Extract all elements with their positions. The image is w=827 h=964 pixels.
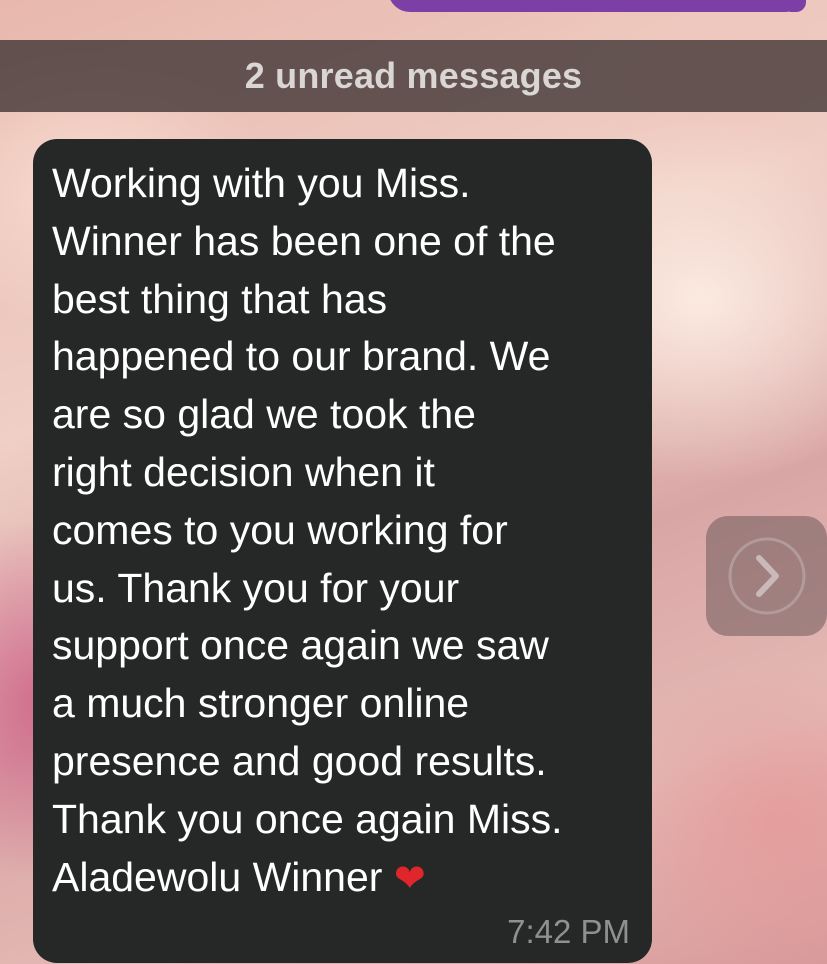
message-line: presence and good results. [52, 737, 547, 784]
message-line: Working with you Miss. [52, 160, 471, 206]
unread-messages-label: 2 unread messages [244, 55, 583, 96]
message-line: Aladewolu Winner [52, 853, 383, 900]
unread-messages-banner: 2 unread messages [0, 40, 827, 112]
message-line: Winner has been one of the [52, 217, 556, 264]
message-line: comes to you working for [52, 506, 508, 553]
message-line: happened to our brand. We [52, 333, 551, 380]
message-line: best thing that has [52, 275, 388, 322]
sent-message-bubble[interactable] [388, 0, 808, 12]
message-line: support once again we saw [52, 622, 549, 669]
message-line: us. Thank you for your [52, 564, 460, 611]
forward-button[interactable] [706, 516, 827, 636]
heart-icon: ❤ [393, 855, 426, 900]
message-line: right decision when it [52, 448, 435, 495]
message-line: a much stronger online [52, 680, 470, 727]
sent-message-tail [790, 0, 806, 12]
message-text: Working with you Miss. Winner has been o… [52, 155, 632, 907]
message-timestamp: 7:42 PM [507, 913, 630, 950]
message-line: Thank you once again Miss. [52, 795, 563, 842]
chevron-right-icon [728, 537, 805, 615]
message-line: are so glad we took the [52, 391, 476, 438]
received-message-bubble[interactable]: Working with you Miss. Winner has been o… [33, 139, 652, 963]
